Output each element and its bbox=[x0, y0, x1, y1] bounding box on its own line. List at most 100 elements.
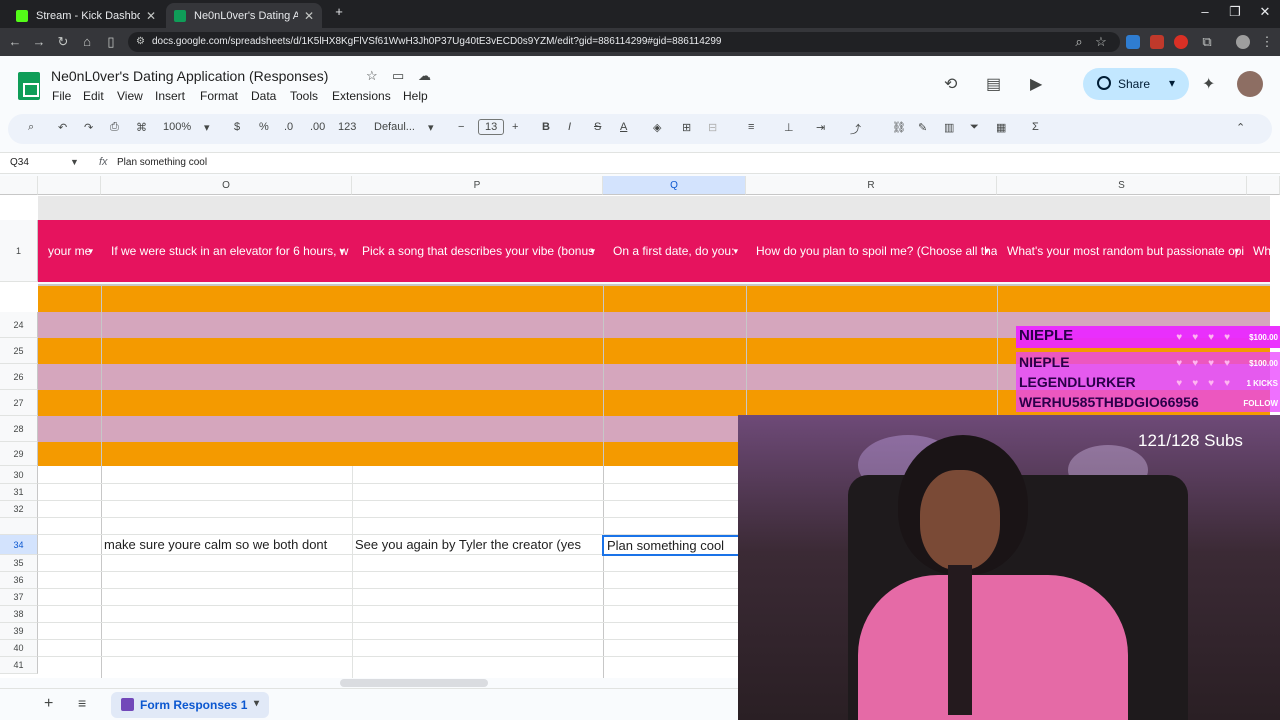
star-icon[interactable]: ☆ bbox=[366, 68, 378, 84]
document-title[interactable]: Ne0nL0ver's Dating Application (Response… bbox=[51, 68, 328, 84]
row-header[interactable]: 26 bbox=[0, 364, 38, 390]
site-info-icon[interactable]: ⚙ bbox=[136, 32, 145, 52]
row-header[interactable]: 27 bbox=[0, 390, 38, 416]
extension-icon[interactable] bbox=[1126, 35, 1140, 49]
decrease-decimal-button[interactable]: .0 bbox=[284, 121, 293, 133]
column-header-p[interactable]: P bbox=[352, 176, 603, 195]
undo-icon[interactable]: ↶ bbox=[58, 121, 67, 134]
row-header-34[interactable]: 34 bbox=[0, 535, 38, 555]
close-tab-icon[interactable]: ✕ bbox=[304, 9, 314, 23]
menu-data[interactable]: Data bbox=[251, 89, 276, 103]
percent-format-button[interactable]: % bbox=[259, 121, 269, 133]
functions-icon[interactable]: Σ bbox=[1032, 121, 1039, 133]
question-cell[interactable]: If we were stuck in an elevator for 6 ho… bbox=[101, 220, 352, 282]
decrease-font-size-icon[interactable]: − bbox=[458, 121, 464, 133]
column-header[interactable] bbox=[1247, 176, 1280, 195]
chevron-down-icon[interactable]: ▾ bbox=[254, 698, 259, 709]
borders-icon[interactable]: ⊞ bbox=[682, 121, 691, 134]
chevron-down-icon[interactable]: ▾ bbox=[339, 220, 344, 282]
comments-icon[interactable]: ▤ bbox=[986, 74, 1001, 94]
text-wrapping-icon[interactable]: ⇥ bbox=[816, 121, 825, 134]
gemini-icon[interactable]: ✦ bbox=[1202, 74, 1215, 94]
row-header[interactable]: 39 bbox=[0, 623, 38, 640]
text-rotation-icon[interactable]: ⤴ bbox=[850, 121, 861, 137]
chevron-down-icon[interactable]: ▾ bbox=[733, 220, 738, 282]
row-header[interactable]: 41 bbox=[0, 657, 38, 674]
strikethrough-icon[interactable]: S bbox=[594, 121, 601, 133]
restore-icon[interactable]: ❐ bbox=[1220, 4, 1250, 20]
search-menus-icon[interactable]: ⌕ bbox=[28, 121, 34, 134]
row-header[interactable]: 24 bbox=[0, 312, 38, 338]
chevron-down-icon[interactable]: ▾ bbox=[1169, 76, 1175, 90]
close-window-icon[interactable]: ✕ bbox=[1250, 4, 1280, 20]
row-header[interactable]: 32 bbox=[0, 501, 38, 518]
menu-help[interactable]: Help bbox=[403, 89, 428, 103]
zoom-icon[interactable]: ⌕ bbox=[1070, 33, 1088, 51]
move-folder-icon[interactable]: ▭ bbox=[392, 68, 404, 84]
chevron-down-icon[interactable]: ▾ bbox=[590, 220, 595, 282]
row-header[interactable]: 28 bbox=[0, 416, 38, 442]
share-button[interactable]: Share ▾ bbox=[1083, 68, 1189, 100]
home-icon[interactable]: ⌂ bbox=[78, 33, 96, 51]
tab-kick-dashboard[interactable]: Stream - Kick Dashboard ✕ bbox=[8, 3, 164, 28]
menu-view[interactable]: View bbox=[117, 89, 143, 103]
address-bar[interactable]: ⚙ docs.google.com/spreadsheets/d/1K5lHX8… bbox=[128, 32, 1120, 52]
forward-icon[interactable]: → bbox=[30, 33, 48, 51]
column-header-o[interactable]: O bbox=[101, 176, 352, 195]
chevron-down-icon[interactable]: ▾ bbox=[204, 121, 210, 134]
zoom-select[interactable]: 100% bbox=[163, 121, 191, 133]
row-header[interactable]: 37 bbox=[0, 589, 38, 606]
minimize-icon[interactable]: – bbox=[1190, 4, 1220, 19]
menu-edit[interactable]: Edit bbox=[83, 89, 104, 103]
column-header-q[interactable]: Q bbox=[603, 176, 746, 195]
insert-comment-icon[interactable]: ✎ bbox=[918, 121, 927, 134]
row-header[interactable]: 35 bbox=[0, 555, 38, 572]
select-all-corner[interactable] bbox=[0, 176, 38, 195]
font-select[interactable]: Defaul... bbox=[374, 121, 415, 133]
cell-p34[interactable]: See you again by Tyler the creator (yes bbox=[355, 534, 602, 556]
question-cell[interactable]: Pick a song that describes your vibe (bo… bbox=[352, 220, 603, 282]
menu-insert[interactable]: Insert bbox=[155, 89, 185, 103]
paint-format-icon[interactable]: ⌘ bbox=[136, 121, 147, 134]
row-header[interactable]: 38 bbox=[0, 606, 38, 623]
selected-cell-q34[interactable]: Plan something cool bbox=[602, 535, 740, 556]
all-sheets-icon[interactable]: ≡ bbox=[78, 695, 86, 711]
chevron-down-icon[interactable]: ▾ bbox=[984, 220, 989, 282]
extension-icon[interactable] bbox=[1150, 35, 1164, 49]
sheets-logo-icon[interactable] bbox=[18, 72, 40, 100]
filter-views-icon[interactable]: ▦ bbox=[996, 121, 1006, 134]
column-header-s[interactable]: S bbox=[997, 176, 1247, 195]
column-header[interactable] bbox=[38, 176, 101, 195]
insert-link-icon[interactable]: ⛓ bbox=[892, 121, 906, 134]
question-cell[interactable]: Wh bbox=[1247, 220, 1270, 282]
increase-decimal-button[interactable]: .00 bbox=[310, 121, 325, 133]
name-box[interactable]: Q34 bbox=[10, 157, 29, 168]
chevron-down-icon[interactable]: ▼ bbox=[70, 157, 79, 167]
fill-color-icon[interactable]: ◈ bbox=[653, 121, 661, 134]
text-color-icon[interactable]: A bbox=[620, 121, 627, 133]
row-header[interactable]: 30 bbox=[0, 466, 38, 484]
increase-font-size-icon[interactable]: + bbox=[512, 121, 518, 133]
question-cell[interactable]: What's your most random but passionate o… bbox=[997, 220, 1247, 282]
row-header[interactable]: 29 bbox=[0, 442, 38, 466]
italic-icon[interactable]: I bbox=[568, 121, 571, 133]
extension-icon[interactable] bbox=[1174, 35, 1188, 49]
horizontal-align-icon[interactable]: ≡ bbox=[748, 121, 754, 133]
number-format-button[interactable]: 123 bbox=[338, 121, 356, 133]
tab-dating-application[interactable]: Ne0nL0ver's Dating Application ✕ bbox=[166, 3, 322, 28]
redo-icon[interactable]: ↷ bbox=[84, 121, 93, 134]
merge-cells-icon[interactable]: ⊟ bbox=[708, 121, 717, 134]
meet-icon[interactable]: ▶ bbox=[1030, 74, 1042, 94]
filter-icon[interactable]: ⏷ bbox=[970, 121, 979, 134]
row-header[interactable] bbox=[0, 518, 38, 535]
row-header[interactable]: 25 bbox=[0, 338, 38, 364]
chevron-down-icon[interactable]: ▾ bbox=[1234, 220, 1239, 282]
avatar[interactable] bbox=[1237, 71, 1263, 97]
new-tab-button[interactable]: + bbox=[324, 4, 354, 19]
browser-menu-icon[interactable]: ⋮ bbox=[1258, 33, 1276, 51]
menu-extensions[interactable]: Extensions bbox=[332, 89, 391, 103]
collapse-toolbar-icon[interactable]: ⌃ bbox=[1236, 121, 1245, 134]
row-header[interactable]: 40 bbox=[0, 640, 38, 657]
add-sheet-icon[interactable]: + bbox=[44, 695, 53, 713]
print-icon[interactable]: ⎙ bbox=[110, 121, 119, 134]
